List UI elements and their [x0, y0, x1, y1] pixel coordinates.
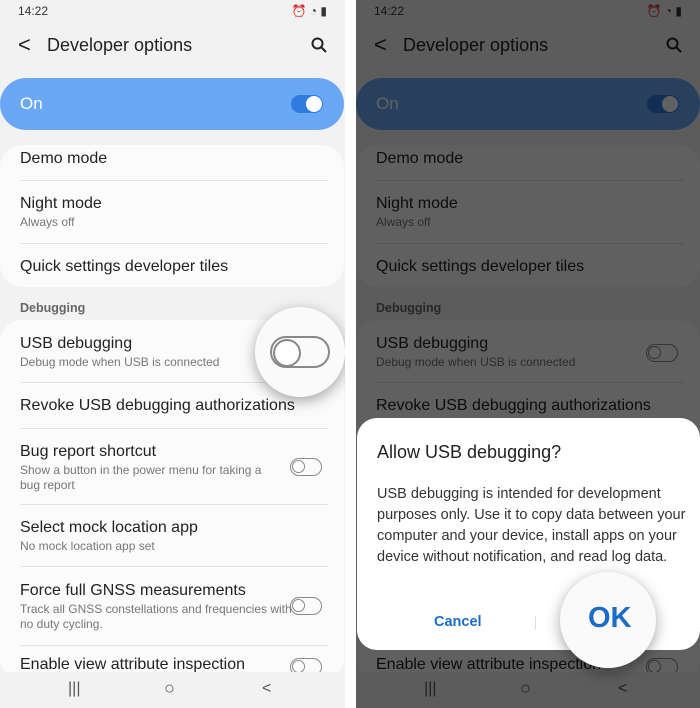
- settings-screen: 14:22 ⏰ ◔ ▮ < Developer options On Demo …: [0, 0, 345, 708]
- dialog-title: Allow USB debugging?: [377, 442, 562, 462]
- back-button[interactable]: <: [18, 32, 31, 58]
- settings-card-general: Demo mode Night modeAlways off Quick set…: [0, 145, 344, 287]
- magnifier-highlight: [255, 307, 345, 397]
- navigation-bar: ||| ○ <: [0, 672, 345, 708]
- bug-report-toggle[interactable]: [290, 458, 322, 476]
- master-switch-label: On: [20, 94, 43, 113]
- setting-demo-mode[interactable]: Demo mode: [20, 150, 328, 168]
- setting-night-mode[interactable]: Night modeAlways off: [20, 195, 328, 230]
- gnss-toggle[interactable]: [290, 597, 322, 615]
- setting-quick-settings-tiles[interactable]: Quick settings developer tiles: [20, 258, 328, 276]
- recents-button[interactable]: |||: [68, 680, 80, 698]
- status-time: 14:22: [18, 4, 49, 18]
- ok-button[interactable]: OK: [588, 602, 632, 635]
- master-switch-bar[interactable]: On: [0, 78, 344, 130]
- section-header-debugging: Debugging: [20, 301, 86, 315]
- usb-debugging-toggle-magnified[interactable]: [270, 336, 330, 368]
- status-icons: ⏰ ◔ ▮: [291, 4, 327, 18]
- settings-screen-with-dialog: 14:22 ⏰ ◔ ▮ < Developer options On Demo …: [356, 0, 700, 708]
- master-toggle[interactable]: [291, 95, 323, 113]
- page-title: Developer options: [47, 34, 193, 55]
- setting-force-gnss[interactable]: Force full GNSS measurementsTrack all GN…: [20, 582, 294, 632]
- button-divider: [535, 616, 536, 630]
- home-button[interactable]: ○: [164, 678, 175, 699]
- cancel-button[interactable]: Cancel: [434, 614, 482, 630]
- status-bar: 14:22 ⏰ ◔ ▮: [18, 4, 327, 18]
- dialog-message: USB debugging is intended for developmen…: [377, 486, 686, 565]
- search-icon[interactable]: [311, 37, 327, 53]
- setting-revoke-usb-authorizations[interactable]: Revoke USB debugging authorizations: [20, 397, 328, 415]
- setting-mock-location-app[interactable]: Select mock location appNo mock location…: [20, 519, 328, 554]
- magnifier-highlight: OK: [560, 572, 656, 668]
- app-bar: < Developer options: [0, 32, 345, 58]
- nav-back-button[interactable]: <: [262, 680, 271, 698]
- setting-bug-report-shortcut[interactable]: Bug report shortcutShow a button in the …: [20, 443, 284, 493]
